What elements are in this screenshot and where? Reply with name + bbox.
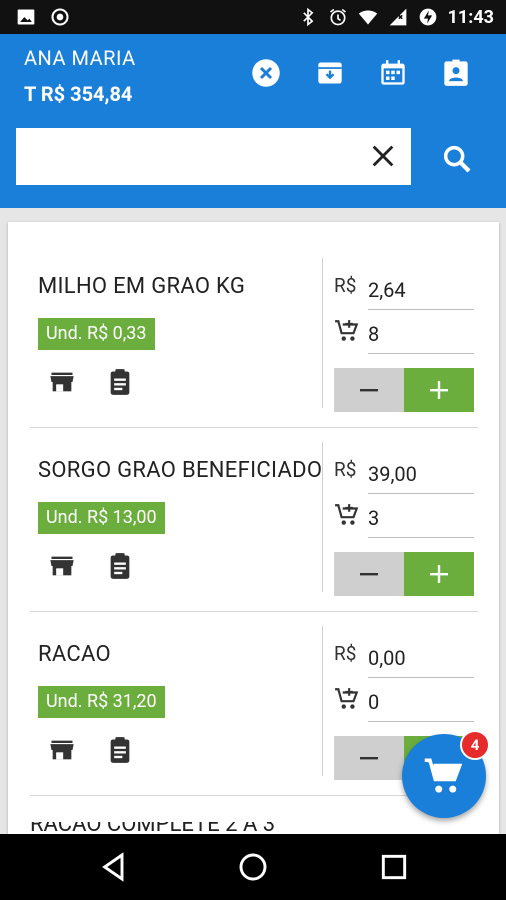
decrease-quantity-button[interactable] (334, 368, 404, 412)
unit-price-badge: Und. R$ 31,20 (38, 686, 165, 718)
currency-label: R$ (334, 642, 357, 665)
signal-icon (389, 8, 406, 26)
clipboard-icon[interactable] (106, 552, 134, 580)
plus-icon (430, 565, 448, 583)
price-field[interactable]: 39,00 (368, 462, 474, 494)
store-icon[interactable] (48, 736, 76, 764)
decrease-quantity-button[interactable] (334, 736, 404, 780)
column-divider (322, 626, 323, 776)
minus-icon (360, 573, 378, 576)
clipboard-icon[interactable] (106, 368, 134, 396)
cancel-order-button[interactable] (249, 56, 283, 90)
product-item: MILHO EM GRAO KG Und. R$ 0,33 R$ 2,64 8 (30, 244, 478, 428)
image-icon (17, 9, 35, 25)
system-nav-bar (0, 834, 506, 900)
column-divider (322, 258, 323, 408)
back-icon[interactable] (98, 851, 130, 883)
contact-icon (444, 59, 468, 86)
search-icon[interactable] (440, 142, 474, 176)
unit-price-badge: Und. R$ 0,33 (38, 318, 155, 350)
status-bar: 11:43 (0, 0, 506, 34)
cart-count-badge: 4 (460, 730, 490, 760)
price-field[interactable]: 2,64 (368, 278, 474, 310)
product-name-partial: RACAO COMPLETE 2 A 3 (30, 822, 320, 834)
recents-icon[interactable] (378, 851, 410, 883)
calendar-icon (381, 60, 405, 85)
archive-button[interactable] (313, 56, 347, 90)
record-icon (51, 8, 69, 26)
column-divider (322, 442, 323, 592)
minus-icon (360, 757, 378, 760)
cart-add-icon (335, 504, 359, 525)
clock: 11:43 (447, 6, 494, 28)
alarm-icon (329, 8, 346, 26)
wifi-icon (358, 10, 377, 25)
store-icon[interactable] (48, 368, 76, 396)
increase-quantity-button[interactable] (404, 552, 474, 596)
cancel-icon (252, 59, 280, 87)
search-box (16, 128, 411, 185)
decrease-quantity-button[interactable] (334, 552, 404, 596)
increase-quantity-button[interactable] (404, 368, 474, 412)
bluetooth-icon (302, 7, 314, 27)
shopping-cart-icon (424, 758, 463, 793)
currency-label: R$ (334, 458, 357, 481)
cart-add-icon (335, 688, 359, 709)
unit-price-badge: Und. R$ 13,00 (38, 502, 165, 534)
quantity-field[interactable]: 0 (368, 690, 474, 722)
client-name: ANA MARIA (24, 46, 136, 70)
plus-icon (430, 381, 448, 399)
calendar-button[interactable] (376, 56, 410, 90)
store-icon[interactable] (48, 552, 76, 580)
currency-label: R$ (334, 274, 357, 297)
clipboard-icon[interactable] (106, 736, 134, 764)
app-header: ANA MARIA T R$ 354,84 (0, 34, 506, 208)
client-info-button[interactable] (439, 56, 473, 90)
product-name: RACAO (38, 642, 111, 667)
home-icon[interactable] (237, 851, 269, 883)
product-name: MILHO EM GRAO KG (38, 274, 246, 299)
battery-charging-icon (419, 8, 436, 26)
archive-icon (318, 62, 342, 84)
search-input[interactable] (28, 136, 358, 176)
product-item: SORGO GRAO BENEFICIADO Und. R$ 13,00 R$ … (30, 428, 478, 612)
product-name: RACAO COMPLETE 2 A 3 (30, 822, 275, 834)
quantity-field[interactable]: 8 (368, 322, 474, 354)
cart-add-icon (335, 320, 359, 341)
clear-search-icon[interactable] (369, 142, 397, 170)
order-total: T R$ 354,84 (24, 82, 133, 106)
price-field[interactable]: 0,00 (368, 646, 474, 678)
quantity-field[interactable]: 3 (368, 506, 474, 538)
product-name: SORGO GRAO BENEFICIADO (38, 458, 323, 483)
minus-icon (360, 389, 378, 392)
